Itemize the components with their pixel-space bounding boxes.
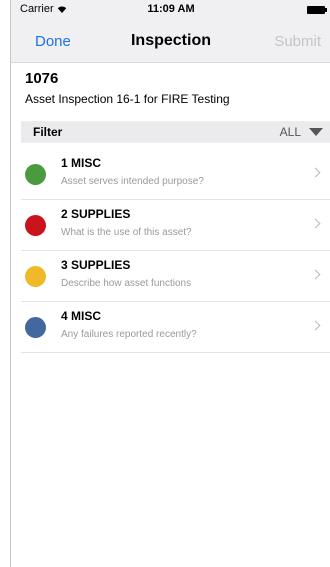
navigation-bar: Done Inspection Submit (11, 20, 330, 63)
chevron-right-icon (310, 218, 321, 229)
filter-label: Filter (33, 125, 63, 139)
status-dot (25, 215, 46, 236)
item-description: Asset serves intended purpose? (61, 176, 204, 187)
item-name: 1 MISC (61, 156, 102, 170)
clock: 11:09 AM (147, 3, 195, 15)
battery-icon (307, 6, 327, 14)
list-item[interactable]: 3 SUPPLIES Describe how asset functions (21, 251, 330, 302)
asset-name: Asset Inspection 16-1 for FIRE Testing (25, 92, 230, 106)
filter-dropdown[interactable]: Filter ALL (21, 121, 330, 143)
list-item[interactable]: 2 SUPPLIES What is the use of this asset… (21, 200, 330, 251)
inspection-list: 1 MISC Asset serves intended purpose? 2 … (21, 149, 330, 353)
chevron-right-icon (310, 167, 321, 178)
item-description: Any failures reported recently? (61, 329, 197, 340)
item-name: 3 SUPPLIES (61, 258, 131, 272)
item-name: 2 SUPPLIES (61, 207, 131, 221)
app-window: Carrier 11:09 AM Done Inspection Submit … (10, 0, 330, 567)
asset-header: 1076 Asset Inspection 16-1 for FIRE Test… (11, 63, 330, 113)
status-dot (25, 317, 46, 338)
chevron-right-icon (310, 269, 321, 280)
chevron-right-icon (310, 320, 321, 331)
item-name: 4 MISC (61, 309, 102, 323)
list-item[interactable]: 1 MISC Asset serves intended purpose? (21, 149, 330, 200)
status-bar: Carrier 11:09 AM (11, 0, 330, 20)
submit-button[interactable]: Submit (274, 33, 321, 50)
caret-down-icon (309, 128, 323, 136)
filter-value: ALL (279, 125, 301, 139)
list-item[interactable]: 4 MISC Any failures reported recently? (21, 302, 330, 353)
status-dot (25, 266, 46, 287)
item-description: What is the use of this asset? (61, 227, 192, 238)
status-dot (25, 164, 46, 185)
asset-id: 1076 (25, 70, 59, 87)
item-description: Describe how asset functions (61, 278, 192, 289)
